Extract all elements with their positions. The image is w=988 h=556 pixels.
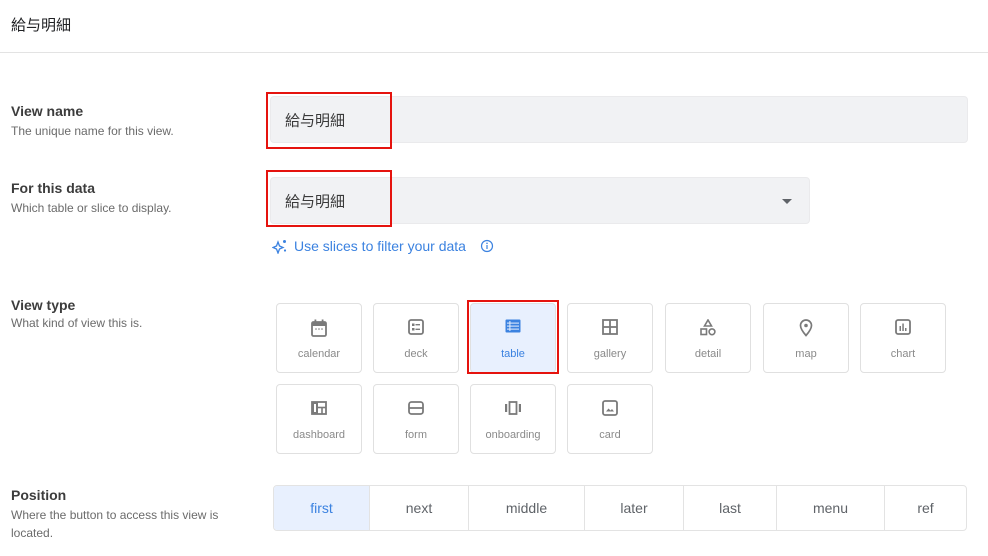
view-type-onboarding[interactable]: onboarding [470,384,556,454]
dashboard-icon [311,401,327,415]
page-title: 給与明細 [11,16,72,34]
view-type-onboarding-label: onboarding [485,429,541,441]
view-type-map[interactable]: map [763,303,849,373]
carousel-icon [505,401,521,415]
view-type-label: View type [11,297,76,313]
shapes-icon [700,319,716,336]
view-type-calendar-label: calendar [297,348,341,360]
view-type-detail[interactable]: detail [665,303,751,373]
sparkle-icon [272,240,287,254]
view-type-form-label: form [405,429,427,441]
view-type-card[interactable]: card [567,384,653,454]
view-type-map-label: map [795,348,817,360]
for-this-data-select[interactable]: 給与明細 [270,177,810,224]
view-type-chart[interactable]: chart [860,303,946,373]
header-divider [0,52,988,53]
view-type-calendar[interactable]: calendar [276,303,362,373]
view-name-input[interactable]: 給与明細 [270,96,968,143]
view-name-value: 給与明細 [285,111,346,129]
view-type-dashboard-label: dashboard [293,429,345,441]
info-icon[interactable] [480,239,494,253]
gallery-icon [602,319,618,335]
for-this-data-label: For this data [11,180,96,196]
position-first[interactable]: first [274,486,369,530]
form-icon [408,401,424,415]
position-last[interactable]: last [683,486,776,530]
position-next[interactable]: next [369,486,468,530]
bar-chart-icon [895,319,911,335]
view-type-dashboard[interactable]: dashboard [276,384,362,454]
position-ref[interactable]: ref [884,486,966,530]
deck-icon [408,319,424,335]
view-type-gallery[interactable]: gallery [567,303,653,373]
position-label-group: Position Where the button to access this… [11,487,231,542]
view-type-description: What kind of view this is. [11,316,143,330]
for-this-data-description: Which table or slice to display. [11,201,172,215]
for-this-data-value: 給与明細 [285,192,346,210]
view-type-deck-label: deck [404,348,428,360]
calendar-icon [311,319,327,337]
map-pin-icon [799,319,813,337]
position-segmented-control: first next middle later last menu ref [273,485,967,531]
view-type-detail-label: detail [694,348,722,360]
view-name-label: View name [11,103,84,119]
for-this-data-label-group: For this data Which table or slice to di… [11,180,172,217]
view-type-form[interactable]: form [373,384,459,454]
view-type-table-label: table [501,348,525,360]
position-later[interactable]: later [584,486,683,530]
use-slices-link-label: Use slices to filter your data [294,238,466,254]
view-type-chart-label: chart [890,348,916,360]
chevron-down-icon[interactable] [782,198,792,204]
view-name-label-group: View name The unique name for this view. [11,103,174,140]
view-type-label-group: View type What kind of view this is. [11,297,142,332]
use-slices-link[interactable]: Use slices to filter your data [272,238,494,254]
view-type-deck[interactable]: deck [373,303,459,373]
view-type-table[interactable]: table [470,303,556,373]
view-name-description: The unique name for this view. [11,124,174,138]
position-label: Position [11,487,67,503]
view-type-card-label: card [599,429,621,441]
position-menu[interactable]: menu [776,486,884,530]
table-icon [505,319,521,333]
view-type-gallery-label: gallery [593,348,627,360]
position-description: Where the button to access this view is … [11,508,219,540]
image-icon [602,400,618,416]
position-middle[interactable]: middle [468,486,584,530]
